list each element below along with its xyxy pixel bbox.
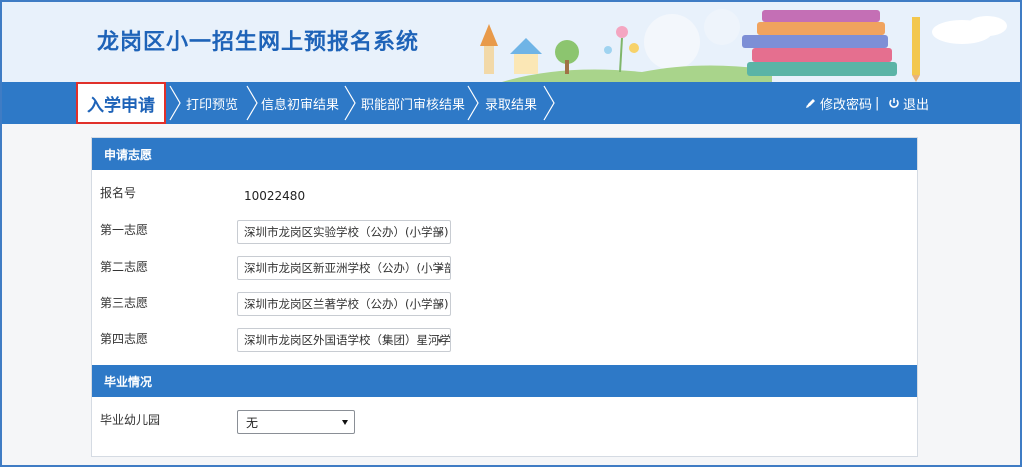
choice1-value: 深圳市龙岗区实验学校（公办）(小学部) <box>244 225 449 239</box>
chevron-right-icon <box>246 85 258 121</box>
change-password-link[interactable]: 修改密码 <box>805 82 872 124</box>
choice1-label: 第一志愿 <box>100 223 149 237</box>
choice1-select[interactable]: 深圳市龙岗区实验学校（公办）(小学部) <box>237 220 451 244</box>
change-password-label: 修改密码 <box>820 97 873 113</box>
power-icon <box>889 98 899 108</box>
nav-separator: | <box>875 95 880 111</box>
choice4-label: 第四志愿 <box>100 332 149 346</box>
application-form-panel: 申请志愿 报名号 10022480 第一志愿 深圳市龙岗区实验学校（公办）(小学… <box>91 137 918 457</box>
choice4-value: 深圳市龙岗区外国语学校（集团）星河学... <box>244 333 451 347</box>
nav-item-label: 录取结果 <box>485 97 538 113</box>
reg-no-value: 10022480 <box>244 189 306 203</box>
chevron-right-icon <box>467 85 479 121</box>
nav-item-print-preview[interactable]: 打印预览 <box>186 82 238 124</box>
section-header-graduation: 毕业情况 <box>92 365 917 397</box>
nav-item-initial-review[interactable]: 信息初审结果 <box>261 82 339 124</box>
nav-item-label: 信息初审结果 <box>261 97 340 113</box>
section-title: 申请志愿 <box>104 147 153 162</box>
reg-no-label: 报名号 <box>100 186 137 200</box>
kindergarten-select[interactable]: 无 <box>237 410 355 434</box>
nav-item-label: 入学申请 <box>87 95 155 116</box>
section-title: 毕业情况 <box>104 374 153 389</box>
choice2-value: 深圳市龙岗区新亚洲学校（公办）(小学部) <box>244 261 451 275</box>
caret-down-icon <box>437 339 443 343</box>
nav-item-admission-result[interactable]: 录取结果 <box>485 82 537 124</box>
main-nav: 入学申请 打印预览 信息初审结果 职能部门审核结果 录取结果 修改密码 | 退出 <box>2 82 1020 124</box>
choice3-select[interactable]: 深圳市龙岗区兰著学校（公办）(小学部) <box>237 292 451 316</box>
site-header: 龙岗区小一招生网上预报名系统 <box>2 2 1020 82</box>
nav-item-apply[interactable]: 入学申请 <box>76 82 166 124</box>
pencil-icon <box>806 99 815 108</box>
chevron-right-icon <box>169 85 181 121</box>
choice2-select[interactable]: 深圳市龙岗区新亚洲学校（公办）(小学部) <box>237 256 451 280</box>
chevron-right-icon <box>344 85 356 121</box>
nav-item-department-review[interactable]: 职能部门审核结果 <box>361 82 465 124</box>
caret-down-icon <box>342 420 348 425</box>
logout-link[interactable]: 退出 <box>888 82 929 124</box>
section-header-choices: 申请志愿 <box>92 138 917 170</box>
choice2-label: 第二志愿 <box>100 260 149 274</box>
caret-down-icon <box>437 267 443 271</box>
choice3-label: 第三志愿 <box>100 296 149 310</box>
page-title: 龙岗区小一招生网上预报名系统 <box>97 30 420 55</box>
choice4-select[interactable]: 深圳市龙岗区外国语学校（集团）星河学... <box>237 328 451 352</box>
logout-label: 退出 <box>903 97 930 113</box>
kindergarten-value: 无 <box>246 415 259 430</box>
header-illustration <box>442 2 1020 82</box>
chevron-right-icon <box>543 85 555 121</box>
kindergarten-label: 毕业幼儿园 <box>100 413 161 427</box>
caret-down-icon <box>437 303 443 307</box>
choice3-value: 深圳市龙岗区兰著学校（公办）(小学部) <box>244 297 449 311</box>
caret-down-icon <box>437 231 443 235</box>
nav-item-label: 打印预览 <box>186 97 239 113</box>
nav-item-label: 职能部门审核结果 <box>361 97 466 113</box>
